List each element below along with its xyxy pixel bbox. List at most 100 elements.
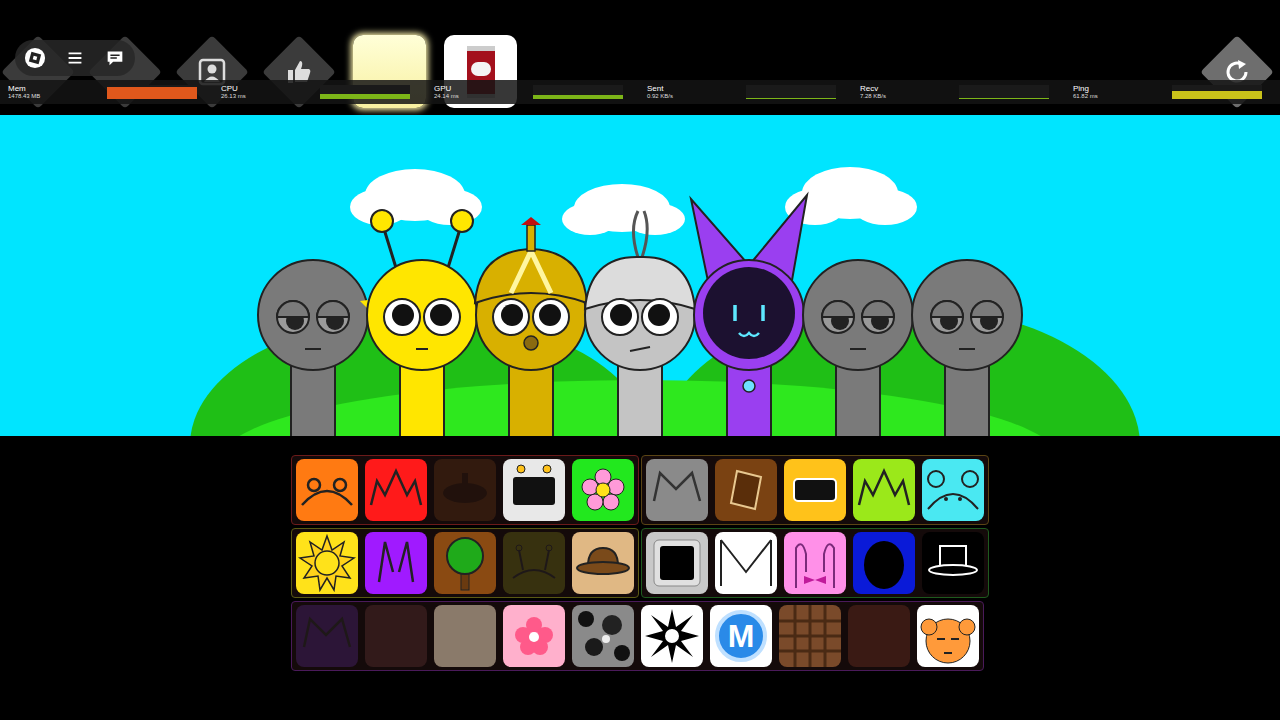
face-tile[interactable] <box>917 605 979 667</box>
tree-tile[interactable] <box>434 532 496 594</box>
horns-icon <box>365 532 427 594</box>
stat-label: Ping <box>1073 85 1172 93</box>
stat-value: 61.82 ms <box>1073 93 1172 99</box>
stat-value: 0.92 KB/s <box>647 93 746 99</box>
hat-character[interactable] <box>471 191 591 436</box>
catears-icon <box>296 605 358 667</box>
menu-icon[interactable] <box>64 47 86 69</box>
stat-label: GPU <box>434 85 533 93</box>
antennae-tile[interactable] <box>503 532 565 594</box>
cat-character[interactable] <box>689 191 809 436</box>
hat-tile[interactable] <box>572 532 634 594</box>
spikes-tile[interactable] <box>365 459 427 521</box>
stat-label: Sent <box>647 85 746 93</box>
star-icon <box>641 605 703 667</box>
stat-graph <box>107 85 197 99</box>
palette-group <box>291 528 639 598</box>
character-row <box>0 191 1280 436</box>
palette-row: M <box>291 601 989 671</box>
sun-icon <box>296 532 358 594</box>
spikes-tile[interactable] <box>853 459 915 521</box>
stat-value: 1478.43 MB <box>8 93 107 99</box>
tree-icon <box>434 532 496 594</box>
stat-graph <box>533 85 623 99</box>
noise-icon <box>572 605 634 667</box>
tv-icon <box>503 459 565 521</box>
bucket-tile[interactable] <box>715 459 777 521</box>
stat-label: Recv <box>860 85 959 93</box>
stat-value: 26.13 ms <box>221 93 320 99</box>
stat-label: CPU <box>221 85 320 93</box>
hat-icon <box>572 532 634 594</box>
tv-tile[interactable] <box>503 459 565 521</box>
tophat-icon <box>922 532 984 594</box>
sun-tile[interactable] <box>296 532 358 594</box>
top-bar: Mem 1478.43 MB CPU 26.13 ms GPU 24.14 ms… <box>0 0 1280 115</box>
face-icon <box>917 605 979 667</box>
blossom-tile[interactable] <box>503 605 565 667</box>
letter-tile[interactable]: M <box>710 605 772 667</box>
star-tile[interactable] <box>641 605 703 667</box>
monitor-tile[interactable] <box>646 532 708 594</box>
bow-tile[interactable] <box>784 532 846 594</box>
stats-bar: Mem 1478.43 MB CPU 26.13 ms GPU 24.14 ms… <box>0 80 1280 104</box>
antenna-character[interactable] <box>362 191 482 436</box>
catears-icon <box>646 459 708 521</box>
stat-item: Ping 61.82 ms <box>1065 80 1278 104</box>
chat-icon[interactable] <box>104 47 126 69</box>
photo-tile[interactable] <box>848 605 910 667</box>
roblox-menu <box>15 40 135 76</box>
spike-character[interactable] <box>580 191 700 436</box>
bow-icon <box>784 532 846 594</box>
palette-row <box>291 528 989 598</box>
hood-icon <box>853 532 915 594</box>
stat-graph <box>959 85 1049 99</box>
stat-item: Recv 7.28 KB/s <box>852 80 1065 104</box>
stat-value: 7.28 KB/s <box>860 93 959 99</box>
envelope-tile[interactable] <box>715 532 777 594</box>
spikes-icon <box>365 459 427 521</box>
catears-tile[interactable] <box>646 459 708 521</box>
bucket-icon <box>715 459 777 521</box>
ears-tile[interactable] <box>296 459 358 521</box>
tophat-tile[interactable] <box>922 532 984 594</box>
sleepy-character[interactable] <box>798 191 918 436</box>
blossom-icon <box>503 605 565 667</box>
bearears-tile[interactable] <box>922 459 984 521</box>
blank-tile[interactable] <box>365 605 427 667</box>
antennae-icon <box>503 532 565 594</box>
stat-label: Mem <box>8 85 107 93</box>
spikes-icon <box>853 459 915 521</box>
sleepy-character[interactable] <box>253 191 373 436</box>
grid-tile[interactable] <box>779 605 841 667</box>
stat-value: 24.14 ms <box>434 93 533 99</box>
stat-graph <box>746 85 836 99</box>
game-screen: Mem 1478.43 MB CPU 26.13 ms GPU 24.14 ms… <box>0 0 1280 720</box>
grid-icon <box>779 605 841 667</box>
palette-group <box>291 455 639 525</box>
bearears-icon <box>922 459 984 521</box>
visor-icon <box>784 459 846 521</box>
palette-group <box>641 528 989 598</box>
pot-tile[interactable] <box>434 459 496 521</box>
sound-palette: M <box>0 436 1280 720</box>
sleepy-character[interactable] <box>907 191 1027 436</box>
stat-graph <box>1172 85 1262 99</box>
palette-group: M <box>291 601 984 671</box>
roblox-logo-icon[interactable] <box>24 47 46 69</box>
stat-item: CPU 26.13 ms <box>213 80 426 104</box>
noise-tile[interactable] <box>572 605 634 667</box>
hood-tile[interactable] <box>853 532 915 594</box>
palette-group <box>641 455 989 525</box>
flower-tile[interactable] <box>572 459 634 521</box>
stat-item: Sent 0.92 KB/s <box>639 80 852 104</box>
horns-tile[interactable] <box>365 532 427 594</box>
pot-icon <box>434 459 496 521</box>
visor-tile[interactable] <box>784 459 846 521</box>
letter-logo-icon: M <box>715 610 767 662</box>
logo-letter: M <box>728 620 755 652</box>
palette-row <box>291 455 989 525</box>
stat-graph <box>320 85 410 99</box>
photo-tile[interactable] <box>434 605 496 667</box>
catears-tile[interactable] <box>296 605 358 667</box>
